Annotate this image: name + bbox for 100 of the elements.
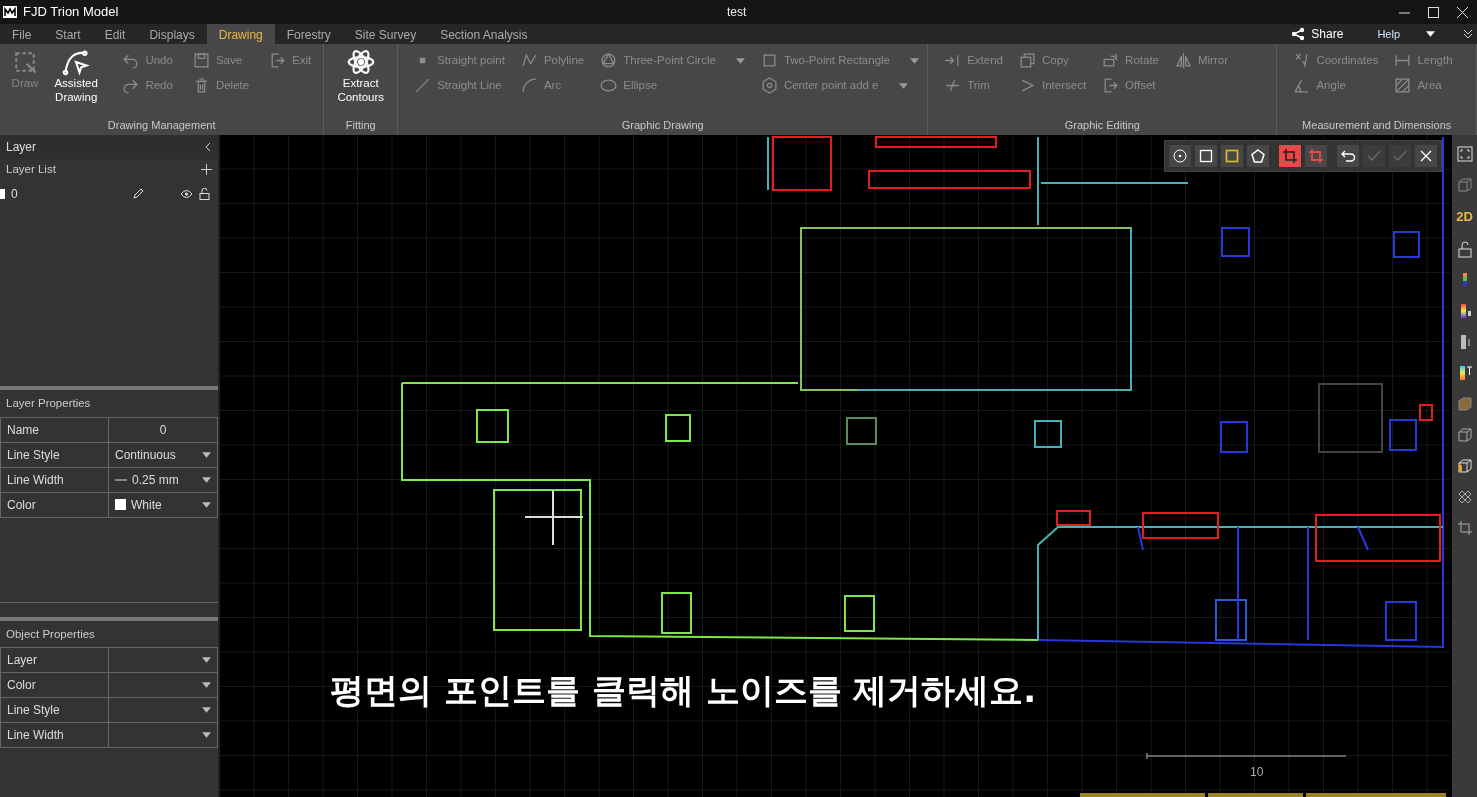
collapse-icon[interactable] [204, 142, 212, 152]
menu-tab[interactable]: Site Survey [342, 24, 429, 44]
panel-title: Layer [6, 139, 37, 156]
cube-icon[interactable] [1455, 425, 1474, 444]
group-label: Graphic Drawing [620, 117, 705, 133]
group-label: Fitting [344, 117, 377, 133]
copy-icon [1019, 52, 1036, 70]
fit-view-icon[interactable] [1455, 145, 1474, 163]
dropdown-caret-icon [898, 82, 908, 89]
double-chevron-icon[interactable] [1463, 29, 1473, 39]
property-label: Line Style [0, 697, 109, 723]
property-label: Color [0, 672, 109, 698]
menu-tab[interactable]: File [0, 24, 44, 44]
dropdown-caret-icon[interactable] [1426, 31, 1435, 37]
property-dropdown[interactable]: White [108, 492, 218, 517]
add-icon[interactable] [201, 164, 212, 176]
eye-icon[interactable] [180, 189, 193, 200]
angle-icon [1293, 77, 1311, 95]
menu-tab[interactable]: Drawing [206, 24, 275, 44]
hexagon-icon [760, 77, 778, 95]
menu-tab[interactable]: Edit [92, 24, 138, 44]
document-title: test [727, 4, 747, 21]
hatched-square-icon [1394, 77, 1412, 95]
pentagon-icon [1250, 148, 1266, 164]
ribbon-button[interactable]: Assisted Drawing [46, 48, 107, 105]
tool-button[interactable] [1337, 145, 1359, 167]
crop-icon [1282, 148, 1298, 164]
section-title: Object Properties [6, 627, 95, 640]
dropdown-caret-icon [202, 501, 211, 508]
property-dropdown[interactable]: 0.25 mm [108, 467, 218, 492]
atom-icon [346, 48, 375, 76]
dropdown-caret-icon [202, 731, 211, 738]
dropdown-caret-icon [202, 451, 211, 458]
scale-label: 10 [1250, 764, 1264, 781]
property-label: Line Width [0, 467, 109, 492]
mirror-icon [1175, 52, 1192, 70]
exit-icon [269, 52, 287, 70]
property-label: Color [0, 492, 109, 517]
pencil-icon[interactable] [132, 188, 144, 201]
help-menu[interactable]: Help [1377, 25, 1400, 43]
dropdown-caret-icon [202, 656, 211, 663]
line-sample-icon [115, 478, 127, 481]
undo-icon [122, 52, 140, 70]
property-label: Line Style [0, 442, 109, 467]
box-icon[interactable] [1455, 394, 1474, 413]
menu-tab[interactable]: Displays [137, 24, 207, 44]
tool-button[interactable] [1169, 145, 1191, 167]
curve-cursor-icon [62, 48, 91, 76]
group-label: Drawing Management [106, 117, 217, 133]
app-logo-icon [3, 6, 17, 18]
undo-icon [1340, 148, 1356, 164]
section-title: Layer Properties [6, 397, 91, 410]
square-icon [1224, 148, 1240, 164]
target-icon [1172, 148, 1188, 164]
property-value[interactable]: 0 [108, 417, 218, 442]
crop-icon [1308, 148, 1324, 164]
check-icon [1392, 148, 1408, 164]
app-title: FJD Trion Model [23, 3, 119, 22]
unlocked-icon[interactable] [199, 188, 210, 201]
close-icon[interactable] [1457, 6, 1468, 18]
cube-icon[interactable] [1455, 176, 1474, 194]
property-dropdown[interactable]: Continuous [108, 442, 218, 467]
redo-icon [122, 77, 140, 95]
view-mode-button[interactable]: 2D [1456, 207, 1473, 227]
arc-icon [520, 77, 538, 95]
ribbon-button[interactable]: Extract Contours [332, 48, 390, 105]
property-label: Layer [0, 647, 109, 673]
tool-button[interactable] [1247, 145, 1269, 167]
property-label: Name [0, 417, 109, 442]
tool-button[interactable] [1221, 145, 1243, 167]
group-label: Measurement and Dimensions [1301, 117, 1453, 133]
line-icon [414, 77, 432, 95]
dropdown-caret-icon [202, 706, 211, 713]
layer-row[interactable]: 0 [0, 184, 218, 205]
save-icon [192, 52, 210, 70]
menu-tab[interactable]: Start [43, 24, 93, 44]
menu-tab[interactable]: Section Analysis [428, 24, 540, 44]
tool-button[interactable] [1415, 145, 1437, 167]
share-icon[interactable] [1291, 27, 1306, 41]
dropdown-caret-icon [202, 476, 211, 483]
cube-icon[interactable] [1455, 456, 1474, 475]
section-title: Layer List [6, 162, 56, 177]
dropdown-caret-icon [735, 57, 745, 64]
layer-name: 0 [11, 186, 18, 204]
tool-button[interactable] [1195, 145, 1217, 167]
subtitle-caption: 평면의 포인트를 클릭해 노이즈를 제거하세요. [330, 669, 1037, 712]
crop-icon[interactable] [1455, 518, 1474, 537]
unlocked-icon[interactable] [1455, 239, 1474, 258]
check-icon [1366, 148, 1382, 164]
close-icon [1418, 148, 1434, 164]
property-label: Line Width [0, 722, 109, 748]
offset-icon [1102, 77, 1120, 95]
square-icon [1198, 148, 1214, 164]
share-button[interactable]: Share [1311, 25, 1344, 43]
maximize-icon[interactable] [1428, 6, 1439, 18]
menu-tab[interactable]: Forestry [274, 24, 343, 44]
dropdown-caret-icon [202, 681, 211, 688]
dropdown-caret-icon [910, 57, 919, 64]
group-label: Graphic Editing [1063, 117, 1141, 133]
circle-icon [600, 52, 618, 70]
